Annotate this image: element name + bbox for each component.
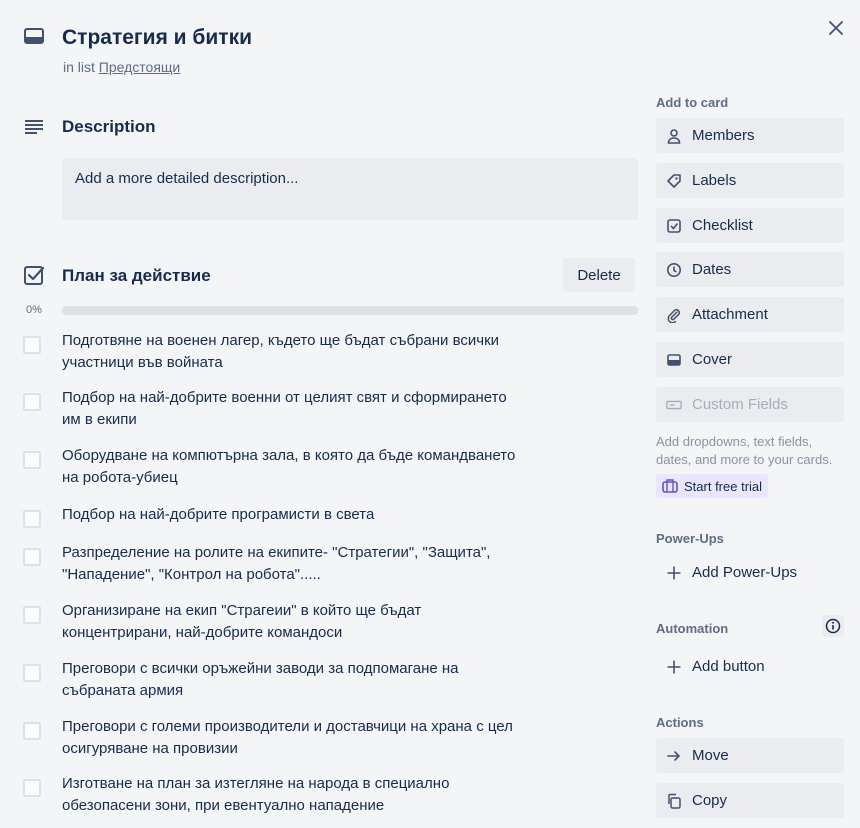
custom-fields-icon — [666, 397, 682, 413]
clock-icon — [666, 262, 682, 278]
checklist-item-text[interactable]: Разпределение на ролите на екипите- "Стр… — [62, 542, 542, 586]
list-breadcrumb: in list Предстоящи — [63, 58, 180, 76]
copy-icon — [666, 793, 682, 809]
checklist-item-line-1: Разпределение на ролите на екипите- "Стр… — [62, 544, 491, 561]
cover-label: Cover — [692, 351, 733, 368]
person-icon — [666, 128, 682, 144]
checklist-item-line-2: на робота-убиец — [62, 469, 178, 486]
move-button[interactable]: Move — [656, 738, 844, 773]
checklist-item-line-2: участници във войната — [62, 354, 223, 371]
custom-fields-label: Custom Fields — [692, 396, 788, 413]
custom-fields-note-line-1: Add dropdowns, text fields, — [656, 434, 813, 449]
add-to-card-heading: Add to card — [656, 95, 729, 110]
cover-button[interactable]: Cover — [656, 342, 844, 377]
description-input[interactable]: Add a more detailed description... — [62, 158, 638, 220]
dates-button[interactable]: Dates — [656, 252, 844, 287]
custom-fields-button: Custom Fields — [656, 387, 844, 422]
checklist-item-line-2: обезопасени зони, при евентуално нападен… — [62, 797, 385, 814]
tag-icon — [666, 173, 682, 189]
plus-icon — [666, 659, 682, 675]
arrow-right-icon — [666, 748, 682, 764]
checklist-item-text[interactable]: Преговори с големи производители и доста… — [62, 716, 542, 760]
checklist-label: Checklist — [692, 217, 753, 234]
checklist-icon — [22, 263, 46, 287]
labels-label: Labels — [692, 172, 737, 189]
checklist-item-checkbox[interactable] — [23, 722, 41, 740]
checklist-item-checkbox[interactable] — [23, 779, 41, 797]
trial-icon — [662, 479, 678, 493]
checklist-item-text[interactable]: Подбор на най-добрите програмисти в свет… — [62, 504, 542, 526]
card-title[interactable]: Стратегия и битки — [62, 24, 252, 52]
checklist-item-line-2: концентрирани, най-добрите командоси — [62, 624, 343, 641]
checklist-item-checkbox[interactable] — [23, 336, 41, 354]
add-button-button[interactable]: Add button — [656, 649, 844, 684]
close-icon — [829, 21, 843, 35]
copy-button[interactable]: Copy — [656, 783, 844, 818]
labels-button[interactable]: Labels — [656, 163, 844, 198]
dates-label: Dates — [692, 261, 732, 278]
progress-bar — [62, 306, 638, 315]
checklist-item-checkbox[interactable] — [23, 510, 41, 528]
checklist-item-line-2: събраната армия — [62, 682, 184, 699]
checkbox-icon — [666, 218, 682, 234]
add-button-label: Add button — [692, 658, 765, 675]
copy-label: Copy — [692, 792, 728, 809]
attachment-button[interactable]: Attachment — [656, 297, 844, 332]
delete-checklist-button[interactable]: Delete — [563, 258, 635, 292]
add-power-ups-label: Add Power-Ups — [692, 564, 798, 581]
in-list-prefix: in list — [63, 59, 95, 75]
checklist-item-checkbox[interactable] — [23, 606, 41, 624]
progress-percent: 0% — [26, 304, 42, 316]
checklist-item-text[interactable]: Организиране на екип "Страгеии" в който … — [62, 600, 542, 644]
start-free-trial-label: Start free trial — [684, 478, 763, 494]
close-button[interactable] — [822, 14, 850, 42]
power-ups-heading: Power-Ups — [656, 531, 724, 546]
checklist-item-line-2: "Нападение", "Контрол на робота"..... — [62, 566, 321, 583]
checklist-item-text[interactable]: Изготване на план за изтегляне на народа… — [62, 773, 542, 817]
checklist-item-checkbox[interactable] — [23, 393, 41, 411]
members-label: Members — [692, 127, 755, 144]
checklist-item-line-1: Изготване на план за изтегляне на народа… — [62, 775, 450, 792]
custom-fields-note: Add dropdowns, text fields, dates, and m… — [656, 433, 846, 469]
checklist-item-line-2: им в екипи — [62, 411, 137, 428]
checklist-item-line-1: Подготвяне на военен лагер, където ще бъ… — [62, 332, 500, 349]
checklist-item-text[interactable]: Преговори с всички оръжейни заводи за по… — [62, 658, 542, 702]
move-label: Move — [692, 747, 729, 764]
checklist-title[interactable]: План за действие — [62, 264, 211, 288]
card-icon — [22, 24, 46, 48]
checklist-item-line-1: Подбор на най-добрите военни от целият с… — [62, 389, 507, 406]
checklist-item-line-1: Подбор на най-добрите програмисти в свет… — [62, 506, 375, 523]
custom-fields-note-line-2: dates, and more to your cards. — [656, 452, 833, 467]
attachment-label: Attachment — [692, 306, 768, 323]
paperclip-icon — [666, 307, 682, 323]
checklist-item-text[interactable]: Подбор на най-добрите военни от целият с… — [62, 387, 542, 431]
checklist-item-checkbox[interactable] — [23, 451, 41, 469]
list-link[interactable]: Предстоящи — [99, 59, 180, 75]
description-icon — [22, 116, 46, 140]
checklist-item-line-1: Организиране на екип "Страгеии" в който … — [62, 602, 422, 619]
plus-icon — [666, 565, 682, 581]
cover-icon — [666, 352, 682, 368]
description-heading: Description — [62, 117, 156, 136]
checklist-item-checkbox[interactable] — [23, 548, 41, 566]
checklist-item-line-1: Оборудване на компютърна зала, в която д… — [62, 447, 516, 464]
add-power-ups-button[interactable]: Add Power-Ups — [656, 555, 844, 590]
checklist-item-checkbox[interactable] — [23, 664, 41, 682]
checklist-item-text[interactable]: Оборудване на компютърна зала, в която д… — [62, 445, 542, 489]
automation-heading: Automation — [656, 621, 729, 636]
checklist-button[interactable]: Checklist — [656, 208, 844, 243]
checklist-item-line-2: осигуряване на провизии — [62, 740, 238, 757]
checklist-item-text[interactable]: Подготвяне на военен лагер, където ще бъ… — [62, 330, 542, 374]
checklist-item-line-1: Преговори с големи производители и доста… — [62, 718, 513, 735]
actions-heading: Actions — [656, 715, 704, 730]
checklist-item-line-1: Преговори с всички оръжейни заводи за по… — [62, 660, 459, 677]
info-icon[interactable] — [822, 615, 844, 637]
start-free-trial-button[interactable]: Start free trial — [656, 474, 769, 498]
members-button[interactable]: Members — [656, 118, 844, 153]
